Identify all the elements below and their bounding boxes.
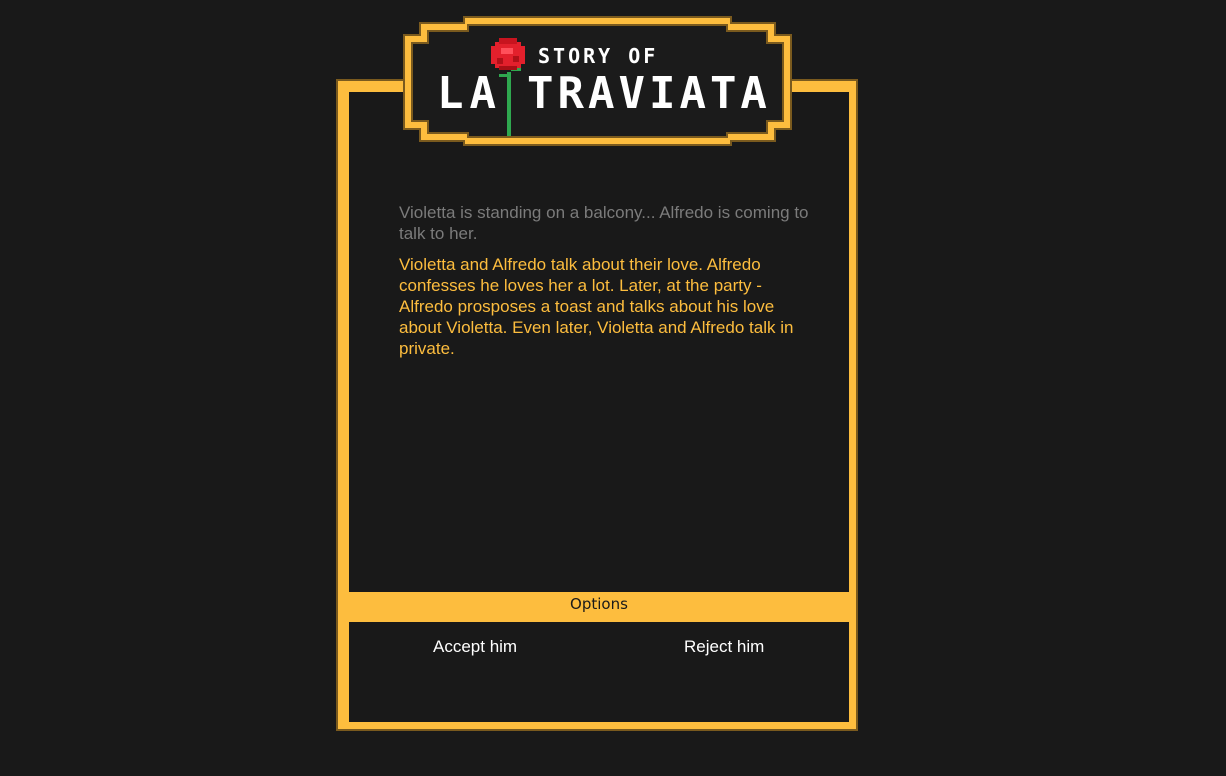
story-previous-text: Violetta is standing on a balcony... Alf… <box>399 203 809 243</box>
game-frame: Violetta is standing on a balcony... Alf… <box>336 79 858 731</box>
story-text: Violetta is standing on a balcony... Alf… <box>399 202 809 359</box>
logo-traviata: TRAVIATA <box>527 68 771 119</box>
rose-icon <box>491 38 525 70</box>
logo-la: LA <box>437 68 502 119</box>
rose-stem <box>507 72 511 136</box>
options-panel: Accept him Reject him <box>349 622 849 722</box>
logo-story-of: STORY OF <box>538 44 659 68</box>
story-current-text: Violetta and Alfredo talk about their lo… <box>399 255 794 358</box>
options-label: Options <box>570 595 628 613</box>
story-panel: Violetta is standing on a balcony... Alf… <box>349 92 849 592</box>
reject-him-button[interactable]: Reject him <box>684 637 764 657</box>
game-frame-border: Violetta is standing on a balcony... Alf… <box>338 81 856 729</box>
accept-him-button[interactable]: Accept him <box>433 637 517 657</box>
game-logo: STORY OF LA TRAVIATA <box>403 16 792 146</box>
